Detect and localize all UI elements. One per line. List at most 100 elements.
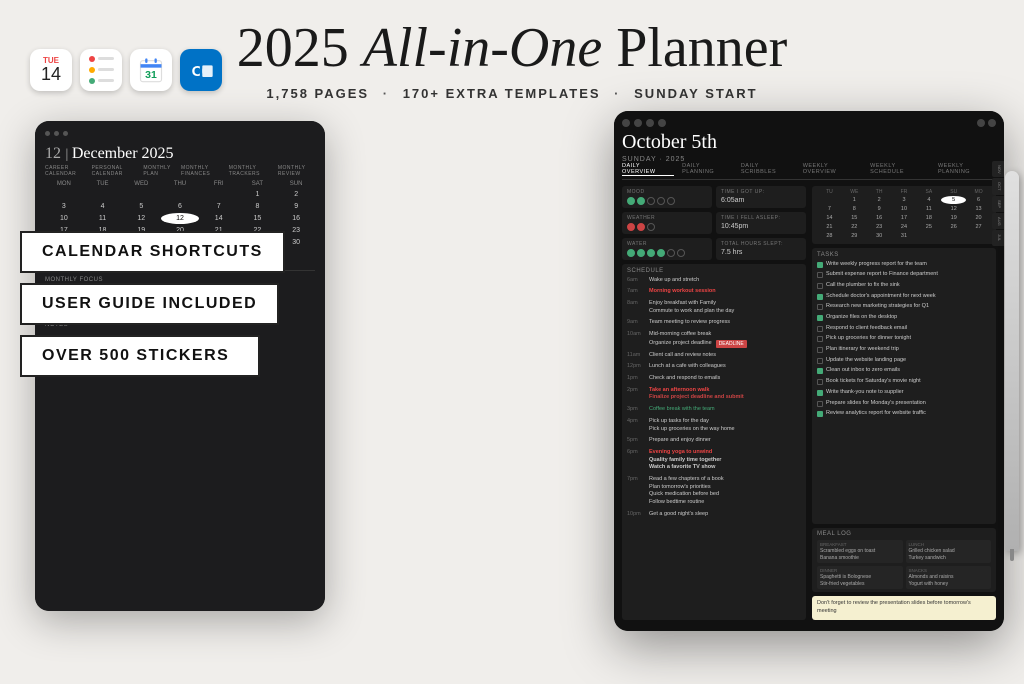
event-5pm: Prepare and enjoy dinner [649,437,711,445]
task-check-15 [817,411,823,417]
task-check-5 [817,304,823,310]
task-text-6: Organize files on the desktop [826,314,897,322]
schedule-item-7am: 7am Morning workout session [627,288,801,296]
mood-dot1 [627,197,635,205]
task-check-7 [817,326,823,332]
badge-userguide-text: USER GUIDE INCLUDED [42,295,257,312]
tr-ricon2 [988,119,996,127]
task-text-13: Write thank-you note to supplier [826,389,904,397]
time-10am: 10am [627,331,645,337]
schedule-item-7pm: 7pm Read a few chapters of a bookPlan to… [627,476,801,507]
task-12: Book tickets for Saturday's movie night [817,378,991,386]
time-4pm: 4pm [627,418,645,424]
tab-weekly-planning[interactable]: WEEKLY PLANNING [938,163,996,176]
task-check-4 [817,294,823,300]
schedule-item-12pm: 12pm Lunch at a cafe with colleagues [627,363,801,371]
side-tabs: NOV OCT SEP AUG JUL [992,161,1004,246]
sleep-label: TIME I GOT UP: [721,189,801,195]
side-tab-sep[interactable]: SEP [992,196,1004,212]
tl-nav-item: MONTHLY PLAN [143,165,175,177]
mch-mo: MO [966,189,991,195]
tr-ricon1 [977,119,985,127]
task-text-14: Prepare slides for Monday's presentation [826,400,926,408]
tl-nav-item: MONTHLY TRACKERS [229,165,272,177]
tab-weekly-overview[interactable]: WEEKLY OVERVIEW [803,163,862,176]
rd2 [89,67,95,73]
tasks-section: TASKS Write weekly progress report for t… [812,248,996,525]
time-11am: 11am [627,352,645,358]
event-7am: Morning workout session [649,288,716,296]
th-fri: FRI [200,181,238,187]
schedule-item-1pm: 1pm Check and respond to emails [627,375,801,383]
tr-date: October 5th [622,131,996,154]
water-label: WATER [627,241,707,247]
tr-nav-tabs: DAILY OVERVIEW DAILY PLANNING DAILY SCRI… [622,163,996,180]
tr-icon2 [634,119,642,127]
schedule-item-6pm: 6pm Evening yoga to unwindQuality family… [627,449,801,472]
tab-weekly-schedule[interactable]: WEEKLY SCHEDULE [870,163,930,176]
tr-right-col: TU WE TH FR SA SU MO 123456 78910111213 … [812,186,996,620]
side-tab-aug[interactable]: AUG [992,213,1004,230]
deadline-badge: DEADLINE [716,340,747,348]
mood-dots [627,197,707,205]
task-9: Plan itinerary for weekend trip [817,346,991,354]
side-tab-oct[interactable]: OCT [992,178,1004,194]
feature-badges: CALENDAR SHORTCUTS USER GUIDE INCLUDED O… [20,231,330,387]
hours-label: TOTAL HOURS SLEPT: [721,241,801,247]
rd1 [89,56,95,62]
mini-calendar: TU WE TH FR SA SU MO 123456 78910111213 … [812,186,996,244]
app-icons-row: TUE 14 [30,49,222,91]
mood-tracker: MOOD [622,186,712,208]
weather-dot2 [637,223,645,231]
reminder-lines [89,56,114,84]
time-1pm: 1pm [627,375,645,381]
tab-daily-scribbles[interactable]: DAILY SCRIBBLES [741,163,795,176]
time-5pm: 5pm [627,437,645,443]
google-calendar-icon: 31 [130,49,172,91]
task-check-2 [817,272,823,278]
time-3pm: 3pm [627,406,645,412]
tab-daily-overview[interactable]: DAILY OVERVIEW [622,163,674,176]
badge-userguide: USER GUIDE INCLUDED [20,283,279,325]
badge-calendar: CALENDAR SHORTCUTS [20,231,285,273]
tl-dot2 [54,131,59,136]
content-area: 12 | December 2025 CAREER CALENDAR PERSO… [0,111,1024,641]
rb3 [98,79,114,82]
tr-left-col: MOOD TIME I GOT UP: 6:05am [622,186,806,620]
wd6 [677,249,685,257]
task-text-2: Submit expense report to Finance departm… [826,271,938,279]
task-1: Write weekly progress report for the tea… [817,261,991,269]
tl-dot1 [45,131,50,136]
mch-su: SU [941,189,966,195]
schedule-item-6am: 6am Wake up and stretch [627,277,801,285]
event-4pm: Pick up tasks for the dayPick up groceri… [649,418,735,433]
task-check-9 [817,347,823,353]
task-text-15: Review analytics report for website traf… [826,410,926,418]
schedule-item-11am: 11am Client call and review notes [627,352,801,360]
side-tab-nov[interactable]: NOV [992,161,1004,178]
tr-tracker-row-top: MOOD TIME I GOT UP: 6:05am [622,186,806,208]
title-italic: All-in-One [363,17,602,79]
time-12pm: 12pm [627,363,645,369]
mood-dot5 [667,197,675,205]
rl1 [89,56,114,62]
tasks-title: TASKS [817,252,991,258]
mch-fr: FR [892,189,917,195]
snacks-label: SNACKS [909,568,989,573]
wd5 [667,249,675,257]
task-4: Schedule doctor's appointment for next w… [817,293,991,301]
task-text-9: Plan itinerary for weekend trip [826,346,899,354]
badge-stickers-text: OVER 500 STICKERS [42,347,229,364]
tab-daily-planning[interactable]: DAILY PLANNING [682,163,733,176]
tl-nav-item: CAREER CALENDAR [45,165,86,177]
side-tab-jul[interactable]: JUL [992,230,1004,245]
task-check-11 [817,368,823,374]
task-check-10 [817,358,823,364]
time-2pm: 2pm [627,387,645,393]
tl-date: 12 | December 2025 [45,142,315,163]
schedule-item-9am: 9am Team meeting to review progress [627,319,801,327]
tl-cal-headers: MON TUE WED THU FRI SAT SUN [45,181,315,187]
event-3pm: Coffee break with the team [649,406,715,414]
event-11am: Client call and review notes [649,352,716,360]
task-check-1 [817,262,823,268]
